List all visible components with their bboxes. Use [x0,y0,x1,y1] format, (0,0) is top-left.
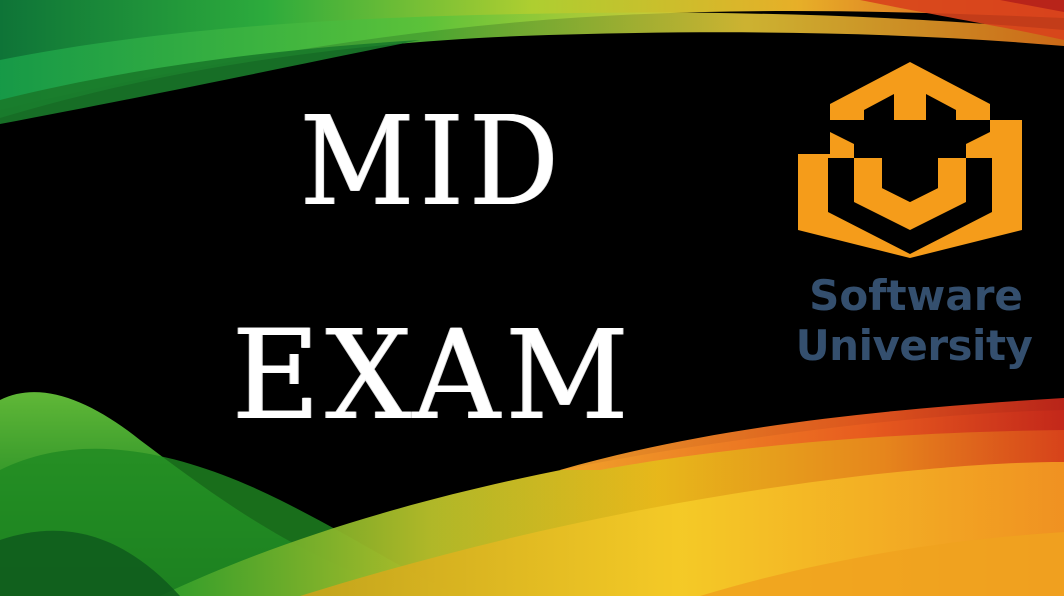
software-university-logo: Software University [776,56,1044,386]
logo-text-university: University [795,321,1033,370]
logo-text-software: Software [809,271,1023,320]
slide: MID EXAM Software University [0,0,1064,596]
slide-title-line-1: MID [300,90,565,234]
software-university-box-icon [798,62,1022,258]
slide-title-line-2: EXAM [232,304,635,448]
